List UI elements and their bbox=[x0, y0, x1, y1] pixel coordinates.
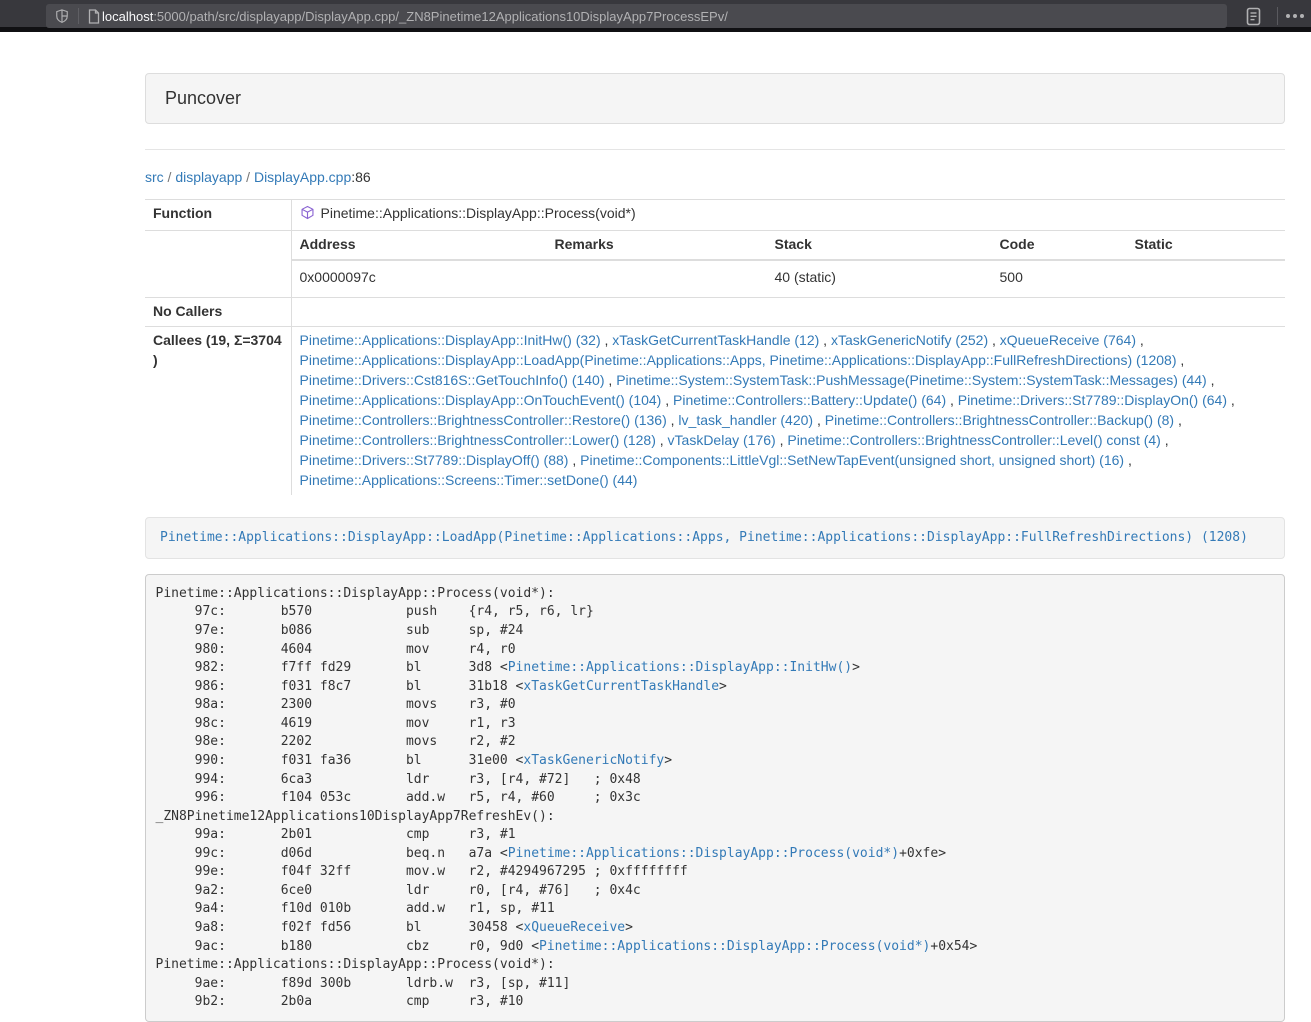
function-table: Function Pinetime::Applications::Display… bbox=[145, 199, 1285, 495]
function-name: Pinetime::Applications::DisplayApp::Proc… bbox=[321, 205, 636, 221]
metrics-header-row: Address Remarks Stack Code Static bbox=[292, 231, 1286, 260]
metrics-row: Address Remarks Stack Code Static 0x0000… bbox=[145, 230, 1285, 297]
no-callers-label: No Callers bbox=[145, 297, 291, 326]
col-remarks: Remarks bbox=[547, 231, 767, 260]
url-host: localhost bbox=[102, 9, 153, 24]
callee-link[interactable]: Pinetime::Controllers::Battery::Update()… bbox=[673, 392, 946, 408]
reader-mode-icon[interactable] bbox=[1239, 4, 1267, 28]
content-container: Puncover src / displayapp / DisplayApp.c… bbox=[145, 73, 1285, 1022]
callee-link[interactable]: Pinetime::Drivers::Cst816S::GetTouchInfo… bbox=[300, 372, 605, 388]
assembly-code: Pinetime::Applications::DisplayApp::Proc… bbox=[145, 574, 1285, 1022]
callees-label: Callees (19, Σ=3704 ) bbox=[145, 326, 291, 494]
callee-link[interactable]: Pinetime::Applications::DisplayApp::Init… bbox=[300, 332, 601, 348]
callees-row: Callees (19, Σ=3704 ) Pinetime::Applicat… bbox=[145, 326, 1285, 494]
callee-link[interactable]: Pinetime::Drivers::St7789::DisplayOff() … bbox=[300, 452, 569, 468]
app-title: Puncover bbox=[165, 88, 241, 108]
browser-toolbar: localhost:5000/path/src/displayapp/Displ… bbox=[0, 0, 1311, 32]
callee-link[interactable]: Pinetime::Drivers::St7789::DisplayOn() (… bbox=[958, 392, 1227, 408]
callee-link[interactable]: lv_task_handler (420) bbox=[678, 412, 813, 428]
callee-link[interactable]: xTaskGenericNotify (252) bbox=[831, 332, 988, 348]
no-callers-cell bbox=[291, 297, 1285, 326]
breadcrumb-src-link[interactable]: src bbox=[145, 169, 164, 185]
breadcrumb-displayapp-link[interactable]: displayapp bbox=[175, 169, 242, 185]
loadapp-link[interactable]: Pinetime::Applications::DisplayApp::Load… bbox=[160, 530, 1248, 545]
static-value bbox=[1127, 260, 1286, 297]
function-row: Function Pinetime::Applications::Display… bbox=[145, 200, 1285, 231]
breadcrumb-file-link[interactable]: DisplayApp.cpp bbox=[254, 169, 351, 185]
col-code: Code bbox=[992, 231, 1127, 260]
url-bar[interactable]: localhost:5000/path/src/displayapp/Displ… bbox=[46, 4, 1227, 28]
col-address: Address bbox=[292, 231, 547, 260]
no-callers-row: No Callers bbox=[145, 297, 1285, 326]
breadcrumb-separator: / bbox=[164, 169, 176, 185]
toolbar-divider bbox=[1277, 7, 1278, 25]
callee-link[interactable]: vTaskDelay (176) bbox=[668, 432, 776, 448]
callee-link[interactable]: xTaskGetCurrentTaskHandle (12) bbox=[612, 332, 819, 348]
stack-value: 40 (static) bbox=[767, 260, 992, 297]
metrics-values-row: 0x0000097c 40 (static) 500 bbox=[292, 260, 1286, 297]
asm-symbol-link[interactable]: xTaskGenericNotify bbox=[523, 753, 664, 768]
asm-symbol-link[interactable]: Pinetime::Applications::DisplayApp::Init… bbox=[508, 660, 852, 675]
metrics-row-label bbox=[145, 230, 291, 297]
app-header-panel: Puncover bbox=[145, 73, 1285, 124]
metrics-cell: Address Remarks Stack Code Static 0x0000… bbox=[291, 230, 1285, 297]
callee-link[interactable]: xQueueReceive (764) bbox=[1000, 332, 1136, 348]
code-value: 500 bbox=[992, 260, 1127, 297]
callee-link[interactable]: Pinetime::Controllers::BrightnessControl… bbox=[825, 412, 1174, 428]
callee-link[interactable]: Pinetime::Controllers::BrightnessControl… bbox=[787, 432, 1160, 448]
urlbar-divider bbox=[78, 8, 79, 24]
address-value: 0x0000097c bbox=[292, 260, 547, 297]
url-path: :5000/path/src/displayapp/DisplayApp.cpp… bbox=[153, 9, 728, 24]
callee-link[interactable]: Pinetime::Controllers::BrightnessControl… bbox=[300, 432, 656, 448]
callee-link[interactable]: Pinetime::Applications::Screens::Timer::… bbox=[300, 472, 638, 488]
callees-list: Pinetime::Applications::DisplayApp::Init… bbox=[291, 326, 1285, 494]
url-text: localhost:5000/path/src/displayapp/Displ… bbox=[102, 9, 728, 24]
asm-symbol-link[interactable]: xQueueReceive bbox=[523, 920, 625, 935]
callee-link[interactable]: Pinetime::Applications::DisplayApp::OnTo… bbox=[300, 392, 662, 408]
callee-link[interactable]: Pinetime::System::SystemTask::PushMessag… bbox=[616, 372, 1207, 388]
asm-symbol-link[interactable]: xTaskGetCurrentTaskHandle bbox=[523, 679, 719, 694]
page-body: Puncover src / displayapp / DisplayApp.c… bbox=[0, 32, 1311, 1022]
asm-symbol-link[interactable]: Pinetime::Applications::DisplayApp::Proc… bbox=[539, 939, 930, 954]
page-icon bbox=[88, 9, 100, 24]
header-divider bbox=[145, 149, 1285, 150]
symbol-cube-icon bbox=[300, 205, 315, 226]
breadcrumb: src / displayapp / DisplayApp.cpp:86 bbox=[145, 169, 1285, 185]
breadcrumb-separator: / bbox=[242, 169, 254, 185]
col-static: Static bbox=[1127, 231, 1286, 260]
remarks-value bbox=[547, 260, 767, 297]
callee-link[interactable]: Pinetime::Components::LittleVgl::SetNewT… bbox=[580, 452, 1124, 468]
function-name-cell: Pinetime::Applications::DisplayApp::Proc… bbox=[291, 200, 1285, 231]
kebab-menu-icon[interactable] bbox=[1281, 4, 1309, 28]
asm-symbol-link[interactable]: Pinetime::Applications::DisplayApp::Proc… bbox=[508, 846, 899, 861]
breadcrumb-line-number: :86 bbox=[351, 169, 370, 185]
function-row-label: Function bbox=[145, 200, 291, 231]
callee-link[interactable]: Pinetime::Controllers::BrightnessControl… bbox=[300, 412, 667, 428]
metrics-table: Address Remarks Stack Code Static 0x0000… bbox=[292, 231, 1286, 297]
shield-icon[interactable] bbox=[55, 8, 69, 24]
col-stack: Stack bbox=[767, 231, 992, 260]
highlighted-symbol-panel: Pinetime::Applications::DisplayApp::Load… bbox=[145, 517, 1285, 560]
callee-link[interactable]: Pinetime::Applications::DisplayApp::Load… bbox=[300, 352, 1177, 368]
